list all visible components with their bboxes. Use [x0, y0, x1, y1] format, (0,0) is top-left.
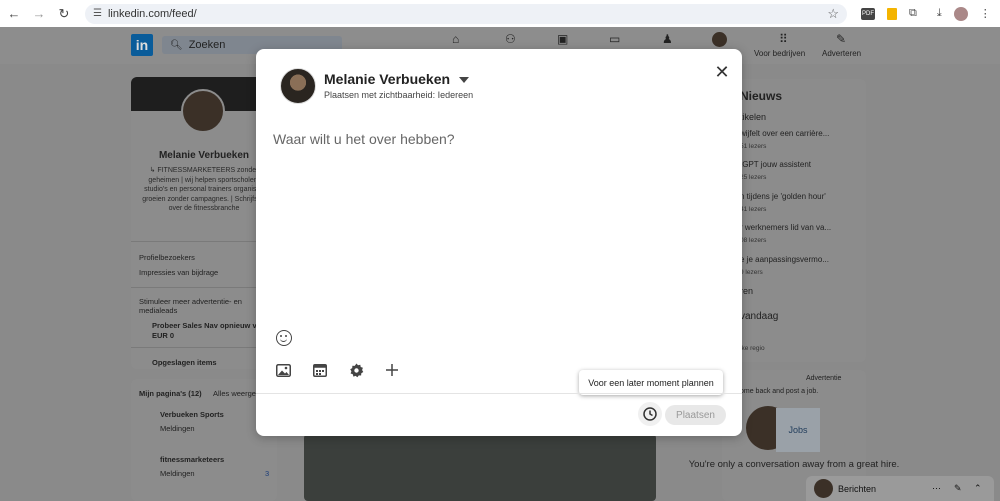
more-plus-icon[interactable] [383, 361, 401, 379]
post-button[interactable]: Plaatsen [665, 405, 726, 425]
schedule-clock-button[interactable] [638, 402, 662, 426]
me-avatar[interactable] [712, 32, 727, 47]
page-name[interactable]: fitnessmarketeers [160, 455, 224, 464]
schedule-tooltip: Voor een later moment plannen [579, 370, 723, 395]
clock-icon [643, 407, 657, 421]
create-event-icon[interactable] [311, 361, 329, 379]
page-notifications[interactable]: Meldingen [160, 424, 195, 433]
news-item-meta: 51 lezers [740, 143, 767, 150]
home-icon[interactable]: ⌂ [452, 32, 459, 46]
url-text: linkedin.com/feed/ [107, 7, 197, 20]
news-card: Nieuws tikelen wijfelt over een carrière… [722, 79, 866, 362]
news-title: Nieuws [740, 89, 783, 103]
page-notification-count: 3 [265, 469, 270, 478]
news-item-title[interactable]: n tijdens je 'golden hour' [740, 192, 826, 201]
divider [256, 393, 742, 394]
bookmark-star-icon[interactable]: ☆ [827, 6, 839, 22]
apps-grid-icon[interactable]: ⠿ [779, 32, 788, 46]
author-avatar[interactable] [280, 68, 316, 104]
search-icon: 🔍︎ [170, 39, 183, 51]
jobs-icon[interactable]: ▣ [557, 32, 568, 46]
ad-pitch: You're only a conversation away from a g… [688, 459, 900, 470]
news-item-meta: 9 lezers [740, 269, 763, 276]
news-item-title[interactable]: wijfelt over een carrière... [740, 129, 829, 138]
business-menu-label[interactable]: Voor bedrijven [754, 49, 805, 58]
promo-offer-link[interactable]: Probeer Sales Nav opnieuw voor [152, 321, 269, 330]
notifications-icon[interactable]: ♟ [662, 32, 673, 46]
news-item-meta: 25 lezers [740, 174, 767, 181]
messaging-bar[interactable]: Berichten ⋯ ✎ ⌃ [806, 476, 994, 501]
notes-extension-icon[interactable] [887, 7, 897, 20]
news-item-meta: 08 lezers [740, 237, 767, 244]
profile-headline: ↳ FITNESSMARKETEERS zonder geheimen | wi… [142, 167, 266, 212]
ad-label: Advertentie [806, 375, 842, 382]
author-name: Melanie Verbueken [324, 71, 451, 87]
messaging-label: Berichten [838, 483, 877, 494]
author-selector[interactable]: Melanie Verbueken [324, 71, 470, 87]
linkedin-logo[interactable]: in [131, 34, 153, 56]
emoji-icon[interactable] [276, 330, 292, 346]
caret-down-icon [459, 76, 470, 83]
saved-items-link[interactable]: Opgeslagen items [152, 358, 217, 367]
feed-post-image[interactable] [304, 434, 656, 501]
more-options-icon[interactable]: ⋯ [932, 483, 941, 494]
post-text-input[interactable] [273, 131, 725, 321]
promo-text: Stimuleer meer advertentie- en medialead… [139, 297, 242, 315]
search-placeholder: Zoeken [188, 39, 226, 51]
add-media-icon[interactable] [274, 361, 292, 379]
forward-icon[interactable]: → [31, 6, 47, 22]
browser-toolbar: ← → ↻ ☰ linkedin.com/feed/ ☆ PDF ⧉ ⤓ ⋮ [0, 0, 1000, 27]
news-today: vandaag [740, 311, 779, 322]
reload-icon[interactable]: ↻ [56, 6, 72, 22]
advertise-label[interactable]: Adverteren [822, 49, 861, 58]
ad-line: ome back and post a job. [740, 388, 819, 395]
news-item-title[interactable]: e je aanpassingsvermo... [740, 255, 829, 264]
extensions-puzzle-icon[interactable]: ⧉ [909, 7, 917, 20]
pdf-extension-icon[interactable]: PDF [861, 7, 875, 20]
visibility-label[interactable]: Plaatsen met zichtbaarheid: Iedereen [324, 90, 473, 100]
post-composer-modal: Melanie Verbueken Plaatsen met zichtbaar… [256, 49, 742, 436]
profile-avatar[interactable] [181, 89, 225, 133]
promo-price: EUR 0 [152, 331, 175, 340]
download-icon[interactable]: ⤓ [937, 7, 942, 20]
my-pages-title: Mijn pagina's (12) [139, 389, 202, 398]
profile-visitors-label[interactable]: Profielbezoekers [139, 253, 195, 262]
post-impressions-label[interactable]: Impressies van bijdrage [139, 268, 218, 277]
page-name[interactable]: Verbueken Sports [160, 410, 224, 419]
page-notifications[interactable]: Meldingen [160, 469, 195, 478]
messaging-icon[interactable]: ▭ [609, 32, 620, 46]
back-icon[interactable]: ← [6, 6, 22, 22]
site-settings-icon[interactable]: ☰ [93, 8, 102, 19]
compose-icon[interactable]: ✎ [954, 483, 962, 494]
advertise-icon[interactable]: ✎ [836, 32, 846, 46]
ad-jobs-logo: Jobs [776, 408, 820, 452]
news-region: lke regio [740, 345, 765, 352]
close-icon[interactable]: ✕ [711, 61, 733, 83]
news-item-meta: 41 lezers [740, 206, 767, 213]
profile-avatar-icon[interactable] [953, 6, 968, 21]
address-bar[interactable]: ☰ linkedin.com/feed/ ☆ [85, 3, 847, 24]
news-item-title[interactable]: r werknemers lid van va... [740, 223, 831, 232]
chevron-up-icon[interactable]: ⌃ [974, 483, 982, 494]
menu-kebab-icon[interactable]: ⋮ [980, 7, 991, 20]
messaging-avatar [814, 479, 833, 498]
news-subtitle: tikelen [740, 112, 767, 122]
ad-jobs-text: Jobs [788, 425, 808, 435]
celebrate-badge-icon[interactable] [347, 361, 365, 379]
network-icon[interactable]: ⚇ [505, 32, 516, 46]
news-item-title[interactable]: tGPT jouw assistent [740, 160, 811, 169]
